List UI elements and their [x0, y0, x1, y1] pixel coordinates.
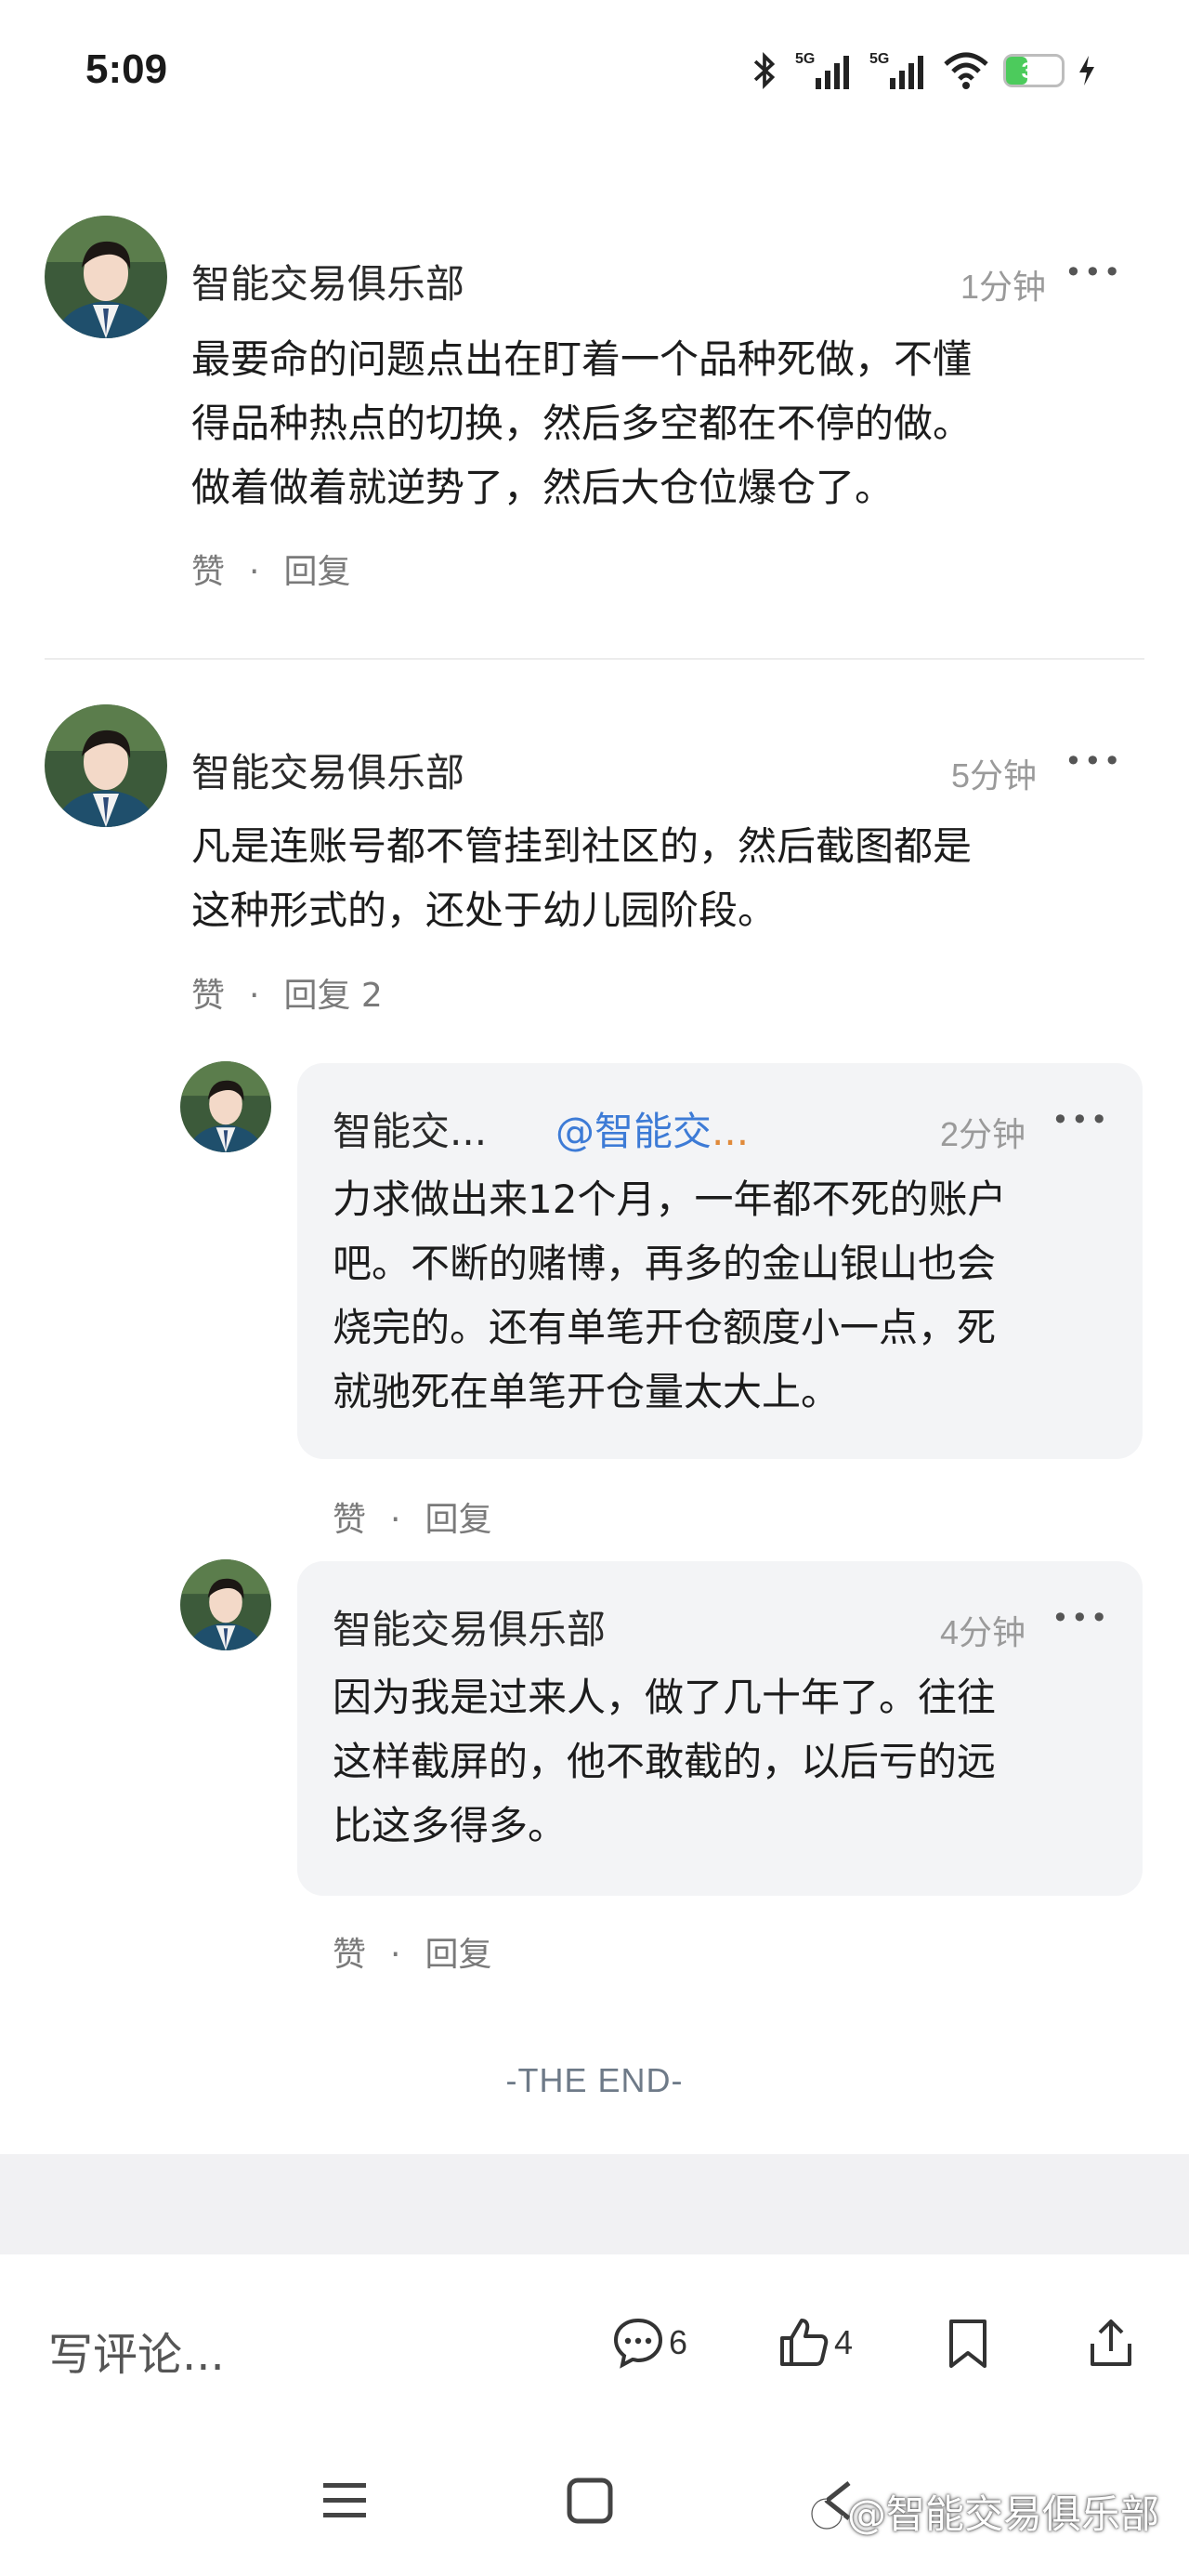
end-marker: -THE END- [505, 2061, 684, 2099]
comment-icon [613, 2318, 663, 2369]
menu-icon [323, 2483, 366, 2517]
share-button[interactable] [1087, 2316, 1135, 2373]
like-button[interactable]: 赞 [333, 1501, 366, 1539]
comment-time: 5分钟 [951, 756, 1038, 795]
more-options-icon[interactable]: ••• [1052, 1102, 1110, 1137]
write-comment-input[interactable]: 写评论... [48, 2318, 225, 2383]
comment-author[interactable]: 智能交易俱乐部 [191, 742, 464, 798]
divider [45, 658, 1144, 660]
watermark-text: @智能交易俱乐部 [847, 2491, 1160, 2537]
reply-body: 力求做出来12个月，一年都不死的账户 吧。不断的赌博，再多的金山银山也会 烧完的… [333, 1176, 1007, 1414]
reply-actions: 赞 · 回复 [333, 1501, 492, 1539]
battery-icon: 39 [1003, 54, 1065, 87]
reply-button[interactable]: 回复 [425, 1936, 491, 1974]
more-options-icon[interactable]: ••• [1052, 1600, 1110, 1636]
like-count: 4 [834, 2323, 854, 2361]
avatar-portrait-icon [180, 1061, 271, 1152]
charging-icon [1079, 56, 1094, 85]
signal-5g-icon: 5G [795, 51, 849, 89]
avatar-portrait-icon [45, 704, 167, 827]
avatar[interactable] [180, 1559, 271, 1650]
comment-actions: 赞 · 回复 [191, 553, 351, 591]
share-icon [1091, 2320, 1131, 2366]
thumbs-up-icon [780, 2319, 829, 2366]
reply-body: 因为我是过来人，做了几十年了。往往 这样截屏的，他不敢截的，以后亏的远 比这多得… [333, 1675, 997, 1848]
comment-author[interactable]: 智能交易俱乐部 [191, 253, 464, 309]
like-button[interactable]: 赞 [191, 977, 225, 1015]
reply-time: 4分钟 [940, 1613, 1026, 1651]
reply-actions: 赞 · 回复 [333, 1936, 492, 1974]
signal-5g-icon-2: 5G [869, 51, 923, 89]
like-button[interactable]: 赞 [191, 553, 225, 591]
comment-button[interactable]: 6 [611, 2316, 687, 2370]
reply-button[interactable]: 回复 2 [283, 977, 382, 1015]
status-time: 5:09 [85, 46, 168, 92]
avatar[interactable] [180, 1061, 271, 1152]
more-options-icon[interactable]: ••• [1065, 743, 1123, 779]
avatar-portrait-icon [45, 216, 167, 338]
reply-button[interactable]: 回复 [283, 553, 350, 591]
reply-author[interactable]: 智能交易俱乐部 [333, 1598, 606, 1655]
watermark: @智能交易俱乐部 [808, 2483, 1159, 2540]
bluetooth-icon [753, 51, 776, 90]
nav-menu-button[interactable] [321, 2479, 368, 2526]
more-options-icon[interactable]: ••• [1065, 255, 1123, 290]
svg-text:5G: 5G [795, 51, 815, 67]
battery-level: 39 [1021, 59, 1047, 84]
home-square-icon [567, 2477, 613, 2524]
svg-text:5G: 5G [869, 51, 889, 67]
section-separator [0, 2154, 1189, 2254]
like-button[interactable]: 赞 [333, 1936, 366, 1974]
avatar[interactable] [45, 216, 167, 338]
comment-time: 1分钟 [960, 268, 1047, 306]
comment-actions: 赞 · 回复 2 [191, 977, 383, 1015]
weibo-logo-icon [809, 2496, 843, 2530]
bookmark-button[interactable] [946, 2318, 990, 2373]
reply-mention[interactable]: @智能交... [555, 1100, 749, 1157]
nav-home-button[interactable] [567, 2477, 613, 2528]
reply-time: 2分钟 [940, 1115, 1026, 1153]
bookmark-icon [949, 2320, 986, 2368]
avatar-portrait-icon [180, 1559, 271, 1650]
reply-button[interactable]: 回复 [425, 1501, 491, 1539]
reply-author[interactable]: 智能交... [333, 1100, 487, 1157]
wifi-icon [944, 52, 988, 89]
comment-body: 最要命的问题点出在盯着一个品种死做，不懂 得品种热点的切换，然后多空都在不停的做… [191, 336, 973, 510]
avatar[interactable] [45, 704, 167, 827]
comment-count: 6 [669, 2323, 688, 2361]
status-icons: 5G 5G 39 [749, 48, 1096, 93]
comment-body: 凡是连账号都不管挂到社区的，然后截图都是 这种形式的，还处于幼儿园阶段。 [191, 823, 973, 933]
like-article-button[interactable]: 4 [777, 2316, 853, 2370]
